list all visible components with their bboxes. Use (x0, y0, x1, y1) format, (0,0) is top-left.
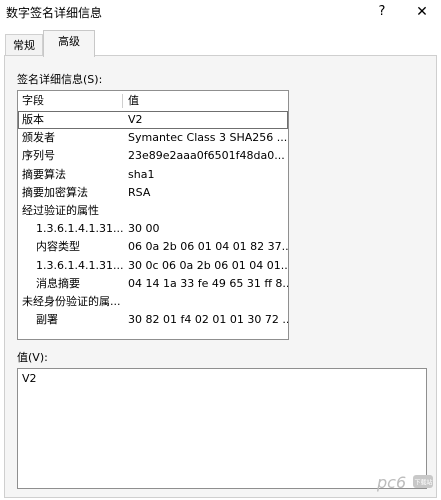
tab-general[interactable]: 常规 (5, 34, 43, 56)
row-value: 30 00 (128, 222, 160, 236)
signature-details-list[interactable]: 字段 值 版本 V2 颁发者 Symantec Class 3 SHA256 ... 序… (17, 90, 289, 340)
row-value: 06 0a 2b 06 01 04 01 82 37... (128, 240, 289, 254)
list-row[interactable]: 1.3.6.1.4.1.31... 30 0c 06 0a 2b 06 01 04… (18, 257, 288, 275)
row-value: 30 82 01 f4 02 01 01 30 72 ... (128, 313, 289, 327)
row-field: 内容类型 (36, 240, 80, 254)
row-field: 颁发者 (22, 131, 55, 145)
column-divider[interactable] (122, 94, 123, 108)
row-field: 未经身份验证的属... (22, 295, 121, 308)
tab-advanced[interactable]: 高级 (43, 30, 95, 57)
title-bar: 数字签名详细信息 ? ✕ (0, 0, 441, 24)
list-row[interactable]: 经过验证的属性 (18, 202, 288, 220)
value-textbox[interactable]: V2 (17, 368, 427, 489)
details-label: 签名详细信息(S): (17, 73, 103, 86)
row-value: 23e89e2aaa0f6501f48da0... (128, 149, 285, 163)
row-field: 版本 (22, 113, 44, 126)
column-header-field[interactable]: 字段 (22, 92, 44, 110)
list-row[interactable]: 消息摘要 04 14 1a 33 fe 49 65 31 ff 8... (18, 275, 288, 293)
help-button[interactable]: ? (372, 2, 392, 22)
row-field: 1.3.6.1.4.1.31... (36, 258, 124, 272)
watermark-logo: pc6 下载站 (376, 473, 433, 492)
value-label: 值(V): (17, 351, 48, 364)
row-field: 序列号 (22, 149, 55, 163)
column-header-value[interactable]: 值 (128, 92, 139, 110)
row-value: 04 14 1a 33 fe 49 65 31 ff 8... (128, 276, 289, 290)
row-field: 消息摘要 (36, 276, 80, 290)
list-row[interactable]: 未经身份验证的属... (18, 293, 288, 311)
watermark-text: pc6 (376, 473, 406, 492)
list-row[interactable]: 摘要加密算法 RSA (18, 184, 288, 202)
list-row[interactable]: 摘要算法 sha1 (18, 166, 288, 184)
close-button[interactable]: ✕ (412, 2, 432, 22)
row-field: 副署 (36, 313, 58, 327)
row-field: 经过验证的属性 (22, 204, 99, 217)
list-row[interactable]: 副署 30 82 01 f4 02 01 01 30 72 ... (18, 311, 288, 329)
row-field: 摘要算法 (22, 167, 66, 181)
row-value: Symantec Class 3 SHA256 ... (128, 131, 288, 145)
row-value: V2 (128, 113, 143, 126)
watermark-sub: 下载站 (415, 479, 433, 487)
list-header: 字段 值 (18, 92, 288, 110)
row-value: 30 0c 06 0a 2b 06 01 04 01... (128, 258, 289, 272)
list-row[interactable]: 内容类型 06 0a 2b 06 01 04 01 82 37... (18, 238, 288, 256)
list-row[interactable]: 版本 V2 (18, 111, 288, 129)
row-value: sha1 (128, 167, 155, 181)
tab-strip: 常规 高级 (0, 30, 441, 57)
list-row[interactable]: 颁发者 Symantec Class 3 SHA256 ... (18, 129, 288, 147)
row-field: 1.3.6.1.4.1.31... (36, 222, 124, 236)
window-title: 数字签名详细信息 (6, 6, 103, 20)
row-field: 摘要加密算法 (22, 185, 88, 199)
list-row[interactable]: 1.3.6.1.4.1.31... 30 00 (18, 220, 288, 238)
row-value: RSA (128, 185, 151, 199)
list-row[interactable]: 序列号 23e89e2aaa0f6501f48da0... (18, 147, 288, 165)
